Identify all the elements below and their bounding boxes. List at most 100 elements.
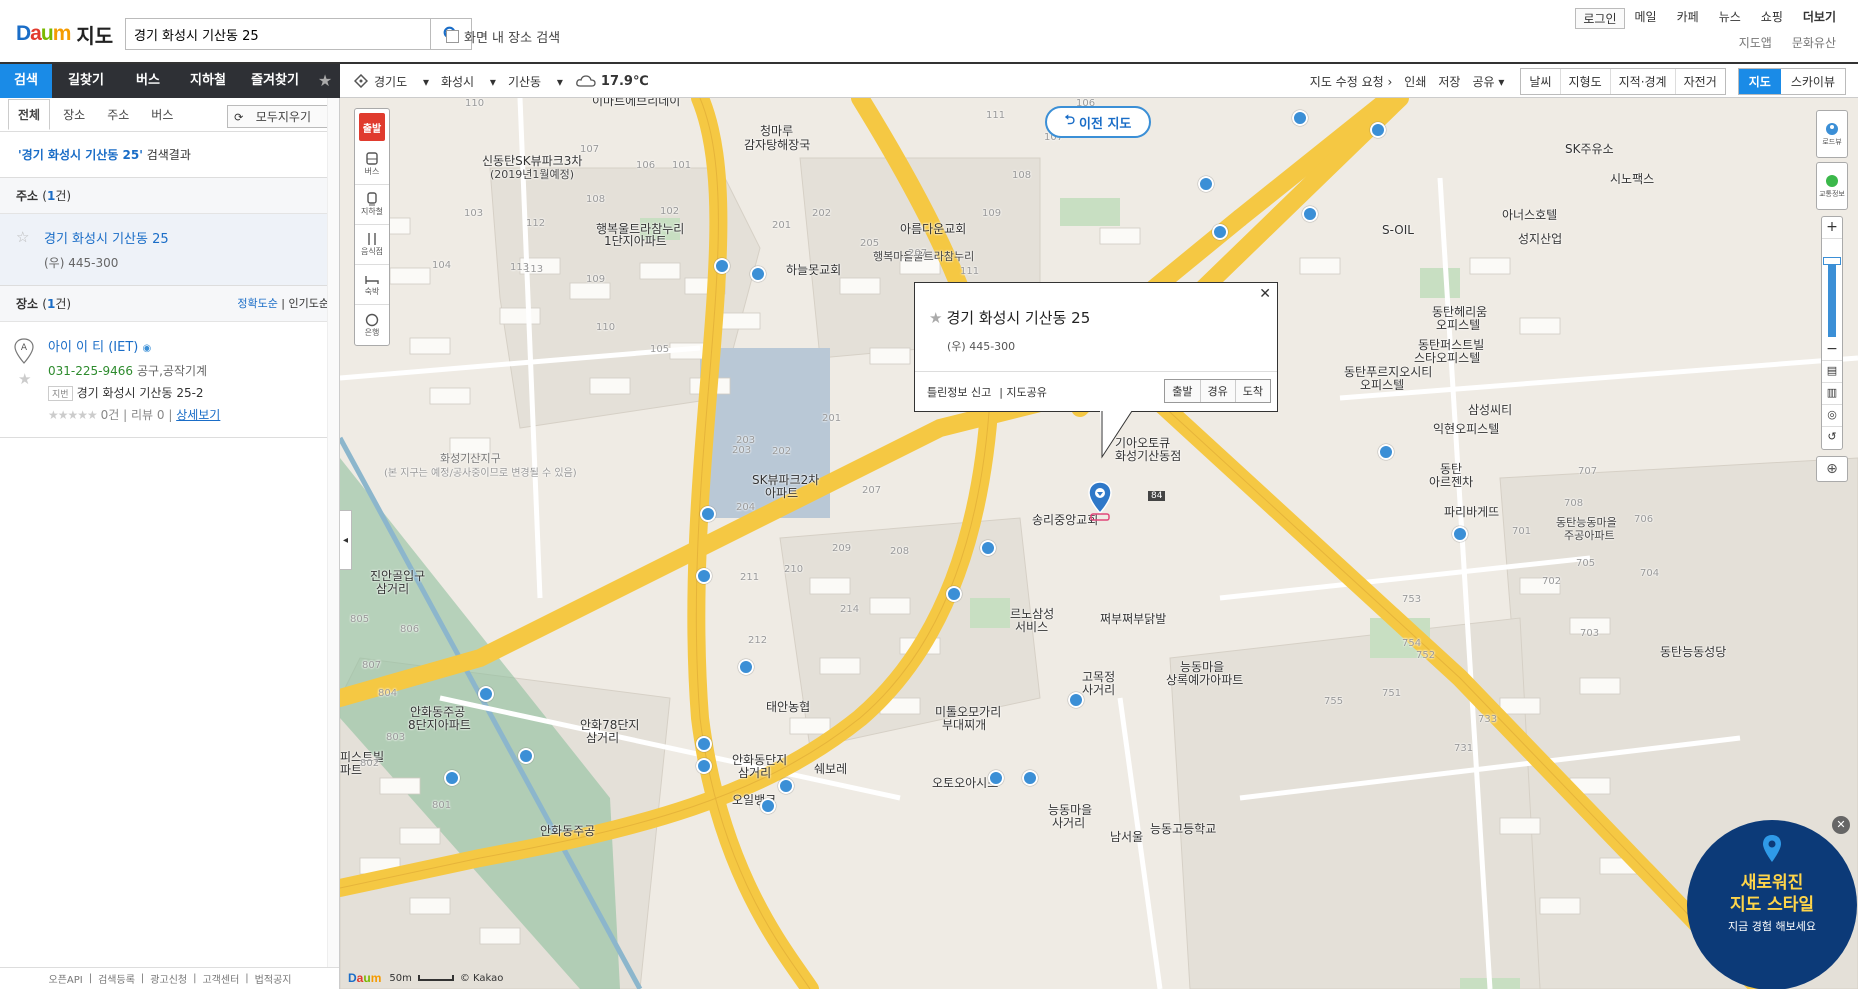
route-via-button[interactable]: 경유 — [1200, 380, 1236, 402]
print-link[interactable]: 인쇄 — [1404, 73, 1426, 90]
poi-label[interactable]: 성지산업 — [1518, 230, 1562, 247]
footer-legal[interactable]: 법적공지 — [249, 971, 298, 986]
sort-accuracy[interactable]: 정확도순 — [237, 297, 277, 310]
bus-stop-icon[interactable] — [444, 770, 460, 786]
bus-stop-icon[interactable] — [700, 506, 716, 522]
bus-stop-icon[interactable] — [1302, 206, 1318, 222]
bus-stop-icon[interactable] — [696, 758, 712, 774]
poi-label[interactable]: 상록예가아파트 — [1166, 671, 1243, 688]
poi-label[interactable]: 삼거리 — [376, 580, 409, 597]
favorite-star-icon[interactable]: ★ — [310, 64, 340, 98]
poi-label[interactable]: 시노팩스 — [1610, 170, 1654, 187]
bus-stop-icon[interactable] — [1378, 444, 1394, 460]
poi-label[interactable]: 아르젠차 — [1429, 473, 1473, 490]
new-style-promo[interactable]: 새로워진 지도 스타일 지금 경험 해보세요 — [1687, 820, 1857, 989]
category-restaurant[interactable]: 음식점 — [355, 225, 389, 265]
footer-ads[interactable]: 광고신청 — [144, 971, 193, 986]
tab-bus[interactable]: 버스 — [120, 64, 176, 98]
place-name[interactable]: 아이 이 티 (IET) ◉ — [48, 336, 323, 355]
bus-stop-icon[interactable] — [738, 659, 754, 675]
roadview-button[interactable]: 로드뷰 — [1816, 110, 1848, 158]
tab-subway[interactable]: 지하철 — [176, 64, 240, 98]
poi-label[interactable]: 이마트에브리데이 — [592, 98, 680, 109]
poi-label[interactable]: 남서울 — [1110, 828, 1143, 845]
category-lodging[interactable]: 숙박 — [355, 265, 389, 305]
bus-stop-icon[interactable] — [778, 778, 794, 794]
breadcrumb-province[interactable]: 경기도 ▾ — [374, 73, 429, 90]
star-icon[interactable]: ★ — [929, 309, 942, 327]
poi-label[interactable]: 파리바게뜨 — [1444, 503, 1499, 520]
save-link[interactable]: 저장 — [1438, 73, 1460, 90]
map-share-link[interactable]: 지도공유 — [1006, 386, 1054, 399]
bus-stop-icon[interactable] — [1292, 110, 1308, 126]
bus-stop-icon[interactable] — [1068, 692, 1084, 708]
checkbox-box[interactable] — [446, 30, 459, 43]
poi-label[interactable]: 동탄능동성당 — [1660, 643, 1726, 660]
place-tel[interactable]: 031-225-9466 — [48, 364, 133, 378]
poi-label[interactable]: 1단지아파트 — [604, 232, 667, 249]
top-nav-cafe[interactable]: 카페 — [1667, 8, 1709, 29]
measure-area-icon[interactable]: ▥ — [1822, 383, 1842, 405]
footer-support[interactable]: 고객센터 — [196, 971, 245, 986]
poi-label[interactable]: 사거리 — [1052, 814, 1085, 831]
poi-label[interactable]: 삼성씨티 — [1468, 401, 1512, 418]
address-result-item[interactable]: ☆ 경기 화성시 기산동 25 (우) 445-300 — [0, 214, 339, 286]
location-icon[interactable] — [354, 74, 368, 88]
daum-logo[interactable]: Daum 지도 — [16, 21, 113, 48]
category-bank[interactable]: 은행 — [355, 305, 389, 345]
breadcrumb-city[interactable]: 화성시 ▾ — [441, 73, 496, 90]
bus-stop-icon[interactable] — [980, 540, 996, 556]
area-search-checkbox[interactable]: 화면 내 장소 검색 — [446, 27, 560, 46]
bus-stop-icon[interactable] — [696, 568, 712, 584]
footer-open-api[interactable]: 오픈API — [43, 971, 89, 986]
sub-nav-app[interactable]: 지도앱 — [1729, 34, 1782, 51]
poi-label[interactable]: 능동고등학교 — [1150, 820, 1216, 837]
tab-search[interactable]: 검색 — [0, 64, 52, 98]
result-tab-address[interactable]: 주소 — [98, 100, 138, 129]
address-result-name[interactable]: 경기 화성시 기산동 25 — [44, 228, 323, 247]
map-type-skyview[interactable]: 스카이뷰 — [1780, 69, 1845, 94]
poi-label[interactable]: 아파트 — [765, 484, 798, 501]
tab-favorites[interactable]: 즐겨찾기 — [240, 64, 310, 98]
sort-popular[interactable]: 인기도순 — [289, 297, 329, 310]
top-nav-news[interactable]: 뉴스 — [1709, 8, 1751, 29]
route-end-button[interactable]: 도착 — [1235, 380, 1270, 402]
close-icon[interactable]: ✕ — [1259, 286, 1271, 302]
result-tab-place[interactable]: 장소 — [54, 100, 94, 129]
poi-label[interactable]: 감자탕해장국 — [744, 136, 810, 153]
reset-icon[interactable]: ↺ — [1822, 427, 1842, 449]
poi-label[interactable]: 하늘못교회 — [786, 261, 841, 278]
place-result-item[interactable]: A ★ 아이 이 티 (IET) ◉ 031-225-9466 공구,공작기계 지… — [0, 322, 339, 438]
overlay-terrain[interactable]: 지형도 — [1560, 69, 1611, 94]
add-marker-button[interactable]: ⊕ — [1816, 456, 1848, 482]
overlay-bicycle[interactable]: 자전거 — [1675, 69, 1725, 94]
footer-register[interactable]: 검색등록 — [92, 971, 141, 986]
previous-map-button[interactable]: ⮌ 이전 지도 — [1045, 106, 1151, 138]
bus-stop-icon[interactable] — [988, 770, 1004, 786]
top-nav-more[interactable]: 더보기 — [1793, 8, 1846, 29]
poi-label[interactable]: 부대찌개 — [942, 716, 986, 733]
category-bus[interactable]: 버스 — [355, 145, 389, 185]
zoom-out-button[interactable]: − — [1822, 339, 1842, 361]
login-button[interactable]: 로그인 — [1575, 8, 1625, 29]
route-start-button[interactable]: 출발 — [1165, 380, 1201, 402]
overlay-weather[interactable]: 날씨 — [1521, 69, 1561, 94]
clear-all-button[interactable]: ⟳ 모두지우기 — [227, 105, 331, 128]
map-type-map[interactable]: 지도 — [1738, 69, 1781, 94]
map-canvas[interactable]: 이마트에브리데이 청마루 감자탕해장국 신동탄SK뷰파크3차 (2019년1월예… — [340, 98, 1858, 989]
tab-directions[interactable]: 길찾기 — [52, 64, 120, 98]
bus-stop-icon[interactable] — [946, 586, 962, 602]
bus-stop-icon[interactable] — [1370, 122, 1386, 138]
top-nav-shopping[interactable]: 쇼핑 — [1751, 8, 1793, 29]
poi-label[interactable]: 오피스텔 — [1436, 316, 1480, 333]
poi-label[interactable]: 서비스 — [1015, 618, 1048, 635]
bus-stop-icon[interactable] — [478, 686, 494, 702]
start-point-button[interactable]: 출발 — [359, 113, 385, 141]
traffic-button[interactable]: 교통정보 — [1816, 162, 1848, 210]
overlay-cadastral[interactable]: 지적·경계 — [1610, 69, 1676, 94]
bus-stop-icon[interactable] — [714, 258, 730, 274]
zoom-slider[interactable] — [1822, 239, 1842, 339]
poi-label[interactable]: 사거리 — [1082, 681, 1115, 698]
poi-label[interactable]: 8단지아파트 — [408, 716, 471, 733]
poi-label[interactable]: 쩌부쩌부닭발 — [1100, 610, 1166, 627]
